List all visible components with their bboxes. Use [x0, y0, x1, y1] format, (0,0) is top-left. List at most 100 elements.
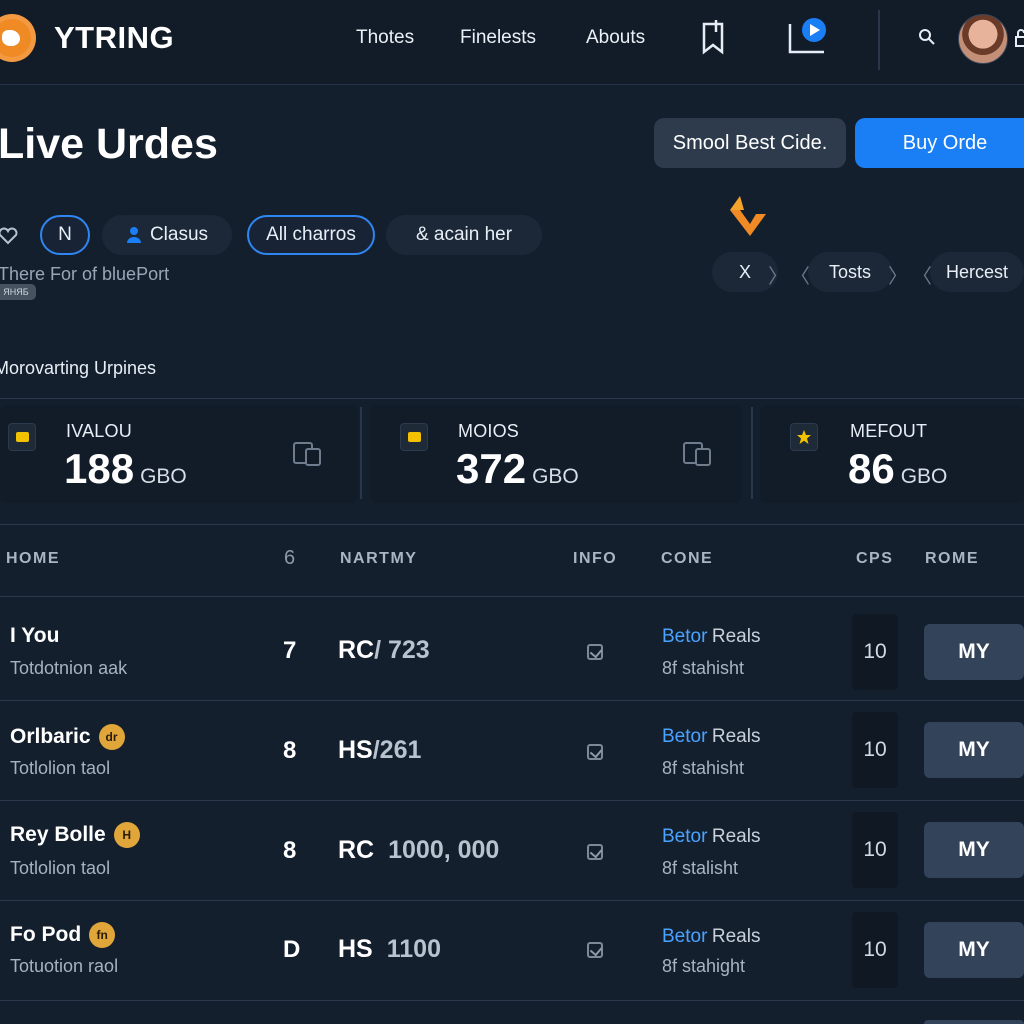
- column-header-cps[interactable]: CPS: [856, 550, 893, 568]
- row-role-button[interactable]: MY: [924, 722, 1024, 778]
- stat-label: IVALOU: [66, 421, 132, 441]
- filter-chip-clasus-label: Clasus: [149, 224, 209, 245]
- lock-icon[interactable]: [1014, 28, 1024, 48]
- heart-icon[interactable]: [0, 226, 18, 246]
- cards-divider: [0, 524, 1024, 525]
- section-title: Morovarting Urpines: [0, 358, 157, 378]
- filter-subtext: There For of bluePort: [0, 264, 170, 284]
- table-row[interactable]: Rey Bolle H Totlolion taol 8 RC 1000, 000…: [0, 800, 1024, 900]
- row-cone-link[interactable]: Betor: [662, 926, 707, 947]
- brand-name[interactable]: YTRING: [54, 20, 174, 56]
- row-cone-link[interactable]: Betor: [662, 726, 707, 747]
- bookmark-icon[interactable]: [698, 18, 730, 56]
- table-row[interactable]: Fo Pod fn Totuotion raol D HS 1100 Betor …: [0, 900, 1024, 1000]
- stat-value: 372: [456, 445, 527, 492]
- nav-link-finelests[interactable]: Finelests: [460, 27, 536, 49]
- row-name: Rey Bolle H: [10, 822, 140, 848]
- row-role-button[interactable]: MY: [924, 922, 1024, 978]
- copy-icon[interactable]: [292, 439, 322, 467]
- row-badge: H: [113, 822, 140, 848]
- filter-chip-n[interactable]: N: [40, 215, 90, 255]
- row-subtitle: Totuotion raol: [10, 956, 119, 976]
- checkbox-icon[interactable]: [587, 942, 603, 958]
- row-code: HS/261: [338, 736, 421, 765]
- row-code-prefix: HS: [338, 736, 373, 764]
- checkbox-icon[interactable]: [587, 844, 603, 860]
- row-name: I You: [10, 624, 59, 648]
- nav-link-thotes[interactable]: Thotes: [356, 27, 414, 49]
- stat-label: MEFOUT: [850, 421, 928, 441]
- row-cone: Betor Reals: [662, 826, 760, 848]
- hercest-button[interactable]: Hercest: [930, 252, 1024, 292]
- copy-icon[interactable]: [682, 439, 712, 467]
- row-cone: Betor Reals: [662, 926, 760, 948]
- calendar-icon: [8, 423, 36, 451]
- filter-chip-all-charros[interactable]: All charros: [247, 215, 375, 255]
- row-cone-label: Reals: [711, 626, 761, 647]
- stat-card-moios[interactable]: MOIOS 372 GBO: [370, 405, 742, 503]
- row-code-prefix: HS: [338, 935, 373, 963]
- row-cone: Betor Reals: [662, 726, 760, 748]
- row-divider: [0, 1000, 1024, 1001]
- row-name-text: Rey Bolle: [10, 823, 106, 846]
- row-number: 8: [283, 737, 297, 764]
- row-cone-detail: 8f stalisht: [662, 858, 739, 878]
- next-row-button-edge: [924, 1020, 1024, 1024]
- calendar-icon: [400, 423, 428, 451]
- row-name-text: Fo Pod: [10, 923, 82, 946]
- checkbox-icon[interactable]: [587, 644, 603, 660]
- chevron-left-icon[interactable]: 〈: [912, 260, 932, 289]
- stat-unit: GBO: [900, 465, 948, 488]
- row-number: 8: [283, 837, 297, 864]
- row-number: D: [283, 936, 301, 963]
- row-role-button[interactable]: MY: [924, 822, 1024, 878]
- column-header-cone[interactable]: CONE: [661, 550, 713, 568]
- filter-chip-clasus[interactable]: Clasus: [102, 215, 232, 255]
- row-code-value: /261: [372, 736, 422, 764]
- stat-unit: GBO: [532, 465, 579, 488]
- stat-label: MOIOS: [458, 421, 520, 441]
- row-cone-link[interactable]: Betor: [662, 826, 707, 847]
- column-header-info[interactable]: INFO: [573, 550, 617, 568]
- smool-best-cide-button[interactable]: Smool Best Cide.: [654, 118, 846, 168]
- row-cps: 10: [852, 812, 898, 888]
- video-play-icon[interactable]: [786, 16, 830, 58]
- arrow-logo-icon: [730, 196, 766, 236]
- chevron-right-icon[interactable]: 〉: [768, 260, 788, 289]
- checkbox-icon[interactable]: [587, 744, 603, 760]
- row-subtitle: Totdotnion aak: [10, 658, 128, 678]
- avatar[interactable]: [958, 14, 1008, 64]
- row-cone-link[interactable]: Betor: [662, 626, 707, 647]
- row-cps: 10: [852, 614, 898, 690]
- column-header-home[interactable]: HOME: [6, 550, 60, 568]
- stat-card-mefout[interactable]: MEFOUT 86 GBO: [760, 405, 1024, 503]
- row-subtitle: Totlolion taol: [10, 758, 111, 778]
- row-name-text: I You: [10, 624, 60, 647]
- chevron-right-icon[interactable]: 〉: [888, 260, 908, 289]
- stat-value: 188: [64, 445, 135, 492]
- row-code-value: / 723: [374, 636, 430, 664]
- star-icon: [790, 423, 818, 451]
- table-row[interactable]: Orlbaric dr Totlolion taol 8 HS/261 Beto…: [0, 700, 1024, 800]
- table-row[interactable]: I You Totdotnion aak 7 RC/ 723 Betor Rea…: [0, 598, 1024, 698]
- chevron-left-icon[interactable]: 〈: [790, 260, 810, 289]
- filter-chip-again-her[interactable]: & acain her: [386, 215, 542, 255]
- row-subtitle: Totlolion taol: [10, 858, 111, 878]
- nav-link-abouts[interactable]: Abouts: [586, 27, 645, 49]
- row-cone-detail: 8f stahisht: [662, 758, 745, 778]
- row-code-value: 1100: [386, 935, 441, 963]
- column-header-icon[interactable]: 6: [284, 547, 297, 570]
- table-header-divider: [0, 596, 1024, 597]
- stat-card-ivalou[interactable]: IVALOU 188 GBO: [0, 405, 358, 503]
- row-code: HS 1100: [338, 935, 441, 964]
- row-code: RC/ 723: [338, 636, 430, 665]
- column-header-rome[interactable]: ROME: [925, 550, 979, 568]
- search-icon[interactable]: [918, 28, 936, 46]
- logo-icon[interactable]: [0, 14, 36, 62]
- row-code: RC 1000, 000: [338, 836, 499, 865]
- column-header-nartmy[interactable]: NARTMY: [340, 550, 417, 568]
- row-role-button[interactable]: MY: [924, 624, 1024, 680]
- section-divider: [0, 398, 1024, 399]
- buy-order-button[interactable]: Buy Orde: [855, 118, 1024, 168]
- tosts-button[interactable]: Tosts: [808, 252, 892, 292]
